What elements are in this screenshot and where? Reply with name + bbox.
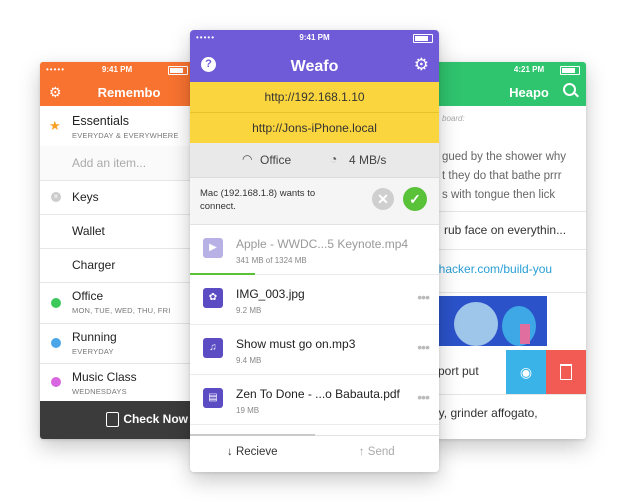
item-label: Wallet	[72, 224, 105, 238]
play-icon: ▶	[203, 238, 223, 258]
file-row[interactable]: ▶ Apple - WWDC...5 Keynote.mp4 341 MB of…	[190, 225, 439, 275]
clipboard-note[interactable]: board: gued by the shower why t they do …	[432, 106, 586, 212]
item-text: port put	[438, 364, 479, 378]
file-name: Show must go on.mp3	[236, 337, 356, 351]
hostname-address[interactable]: http://Jons-iPhone.local	[190, 113, 439, 143]
delete-button[interactable]	[546, 350, 586, 394]
more-icon[interactable]: •••	[417, 289, 430, 305]
remove-icon[interactable]: ×	[51, 192, 61, 202]
item-label: Music Class	[72, 370, 137, 384]
link-item[interactable]: ehacker.com/build-you	[432, 249, 586, 293]
item-sub: MON, TUE, WED, THU, FRI	[72, 306, 171, 315]
item-sub: EVERYDAY & EVERYWHERE	[72, 131, 179, 140]
add-item-placeholder: Add an item...	[72, 156, 147, 170]
close-icon: ✕	[377, 191, 389, 207]
reject-button[interactable]: ✕	[372, 188, 394, 210]
file-row[interactable]: ✿ IMG_003.jpg 9.2 MB •••	[190, 275, 439, 325]
remembo-app: ••••• 9:41 PM ⚙ Remembo ★ Essentials EVE…	[40, 62, 194, 439]
battery-icon	[413, 34, 433, 43]
accept-button[interactable]: ✓	[403, 187, 427, 211]
search-icon[interactable]	[563, 83, 576, 96]
item-label: Running	[72, 330, 117, 344]
heapo-app: 4:21 PM Heapo board: gued by the shower …	[432, 62, 586, 439]
note-line: t they do that bathe prrr	[442, 170, 562, 182]
file-name: Apple - WWDC...5 Keynote.mp4	[236, 237, 409, 251]
list-item[interactable]: Music Class WEDNESDAYS	[40, 363, 194, 401]
swipe-item[interactable]: port put ◉	[432, 350, 586, 395]
bottom-tab-bar: ↓ Recieve ↑ Send	[190, 434, 440, 472]
image-item[interactable]	[432, 292, 586, 350]
dot-icon	[51, 338, 61, 348]
file-name: Zen To Done - ...o Babauta.pdf	[236, 387, 400, 401]
battery-icon	[560, 66, 580, 75]
tab-receive[interactable]: ↓ Recieve	[190, 446, 315, 458]
list-item[interactable]: rub face on everythin...	[432, 211, 586, 250]
network-name: Office	[260, 153, 292, 167]
preview-button[interactable]: ◉	[506, 350, 546, 394]
tab-indicator	[190, 434, 315, 436]
clipboard-label: board:	[442, 114, 465, 123]
more-icon[interactable]: •••	[417, 389, 430, 405]
gear-icon[interactable]: ⚙	[414, 55, 429, 75]
note-line: gued by the shower why	[442, 151, 567, 163]
app-title: Weafo	[290, 58, 339, 75]
request-text: Mac (192.168.1.8) wants to connect.	[200, 188, 316, 212]
link-text[interactable]: ehacker.com/build-you	[432, 262, 552, 276]
transfer-speed: 4 MB/s	[349, 153, 387, 167]
dot-icon	[51, 297, 61, 308]
document-icon: ▤	[203, 388, 223, 408]
file-size: 19 MB	[236, 406, 260, 415]
trash-icon	[560, 364, 572, 380]
battery-icon	[168, 66, 188, 75]
file-row[interactable]: ♫ Show must go on.mp3 9.4 MB •••	[190, 325, 439, 375]
status-time: 9:41 PM	[299, 33, 330, 42]
note-line: s with tongue then lick	[442, 189, 556, 201]
list-item[interactable]: Running EVERYDAY	[40, 323, 194, 364]
list-item[interactable]: ny, grinder affogato,	[432, 394, 586, 434]
image-icon: ✿	[203, 288, 223, 308]
item-sub: WEDNESDAYS	[72, 387, 127, 396]
list-item[interactable]: Wallet	[40, 214, 194, 249]
app-title: Remembo	[97, 85, 161, 100]
file-name: IMG_003.jpg	[236, 287, 305, 301]
file-size: 341 MB of 1324 MB	[236, 256, 307, 265]
add-item-field[interactable]: Add an item...	[40, 146, 194, 181]
keynote-image	[432, 296, 547, 346]
check-now-label: Check Now	[123, 412, 188, 426]
item-label: Keys	[72, 190, 99, 204]
item-sub: EVERYDAY	[72, 347, 114, 356]
item-label: Charger	[72, 258, 116, 272]
tab-send[interactable]: ↑ Send	[315, 446, 440, 458]
list-item[interactable]: Charger	[40, 248, 194, 283]
wifi-icon: ◠	[242, 152, 253, 166]
file-row[interactable]: ▤ Zen To Done - ...o Babauta.pdf 19 MB •…	[190, 375, 439, 425]
item-label: Essentials	[72, 114, 129, 128]
list-item[interactable]: Office MON, TUE, WED, THU, FRI	[40, 282, 194, 324]
list-item[interactable]: ★ Essentials EVERYDAY & EVERYWHERE	[40, 106, 194, 147]
more-icon[interactable]: •••	[417, 339, 430, 355]
star-icon: ★	[49, 118, 61, 133]
list-item[interactable]: × Keys	[40, 180, 194, 215]
eye-icon: ◉	[519, 364, 533, 380]
file-size: 9.4 MB	[236, 356, 262, 365]
clipboard-check-icon	[106, 412, 119, 427]
ip-address[interactable]: http://192.168.1.10	[190, 82, 439, 113]
speed-gauge-icon: ◔	[330, 152, 338, 166]
check-icon: ✓	[409, 191, 421, 207]
weafo-app: ••••• 9:41 PM ? Weafo ⚙ http://192.168.1…	[190, 30, 439, 472]
check-now-button[interactable]: Check Now	[40, 401, 194, 439]
music-icon: ♫	[203, 338, 223, 358]
item-text: ny, grinder affogato,	[432, 406, 538, 420]
dot-icon	[51, 377, 61, 387]
item-text: rub face on everythin...	[444, 223, 567, 237]
connection-request: Mac (192.168.1.8) wants to connect. ✕ ✓	[190, 178, 439, 225]
file-size: 9.2 MB	[236, 306, 262, 315]
item-label: Office	[72, 289, 104, 303]
network-info: ◠ Office ◔ 4 MB/s	[190, 143, 439, 178]
